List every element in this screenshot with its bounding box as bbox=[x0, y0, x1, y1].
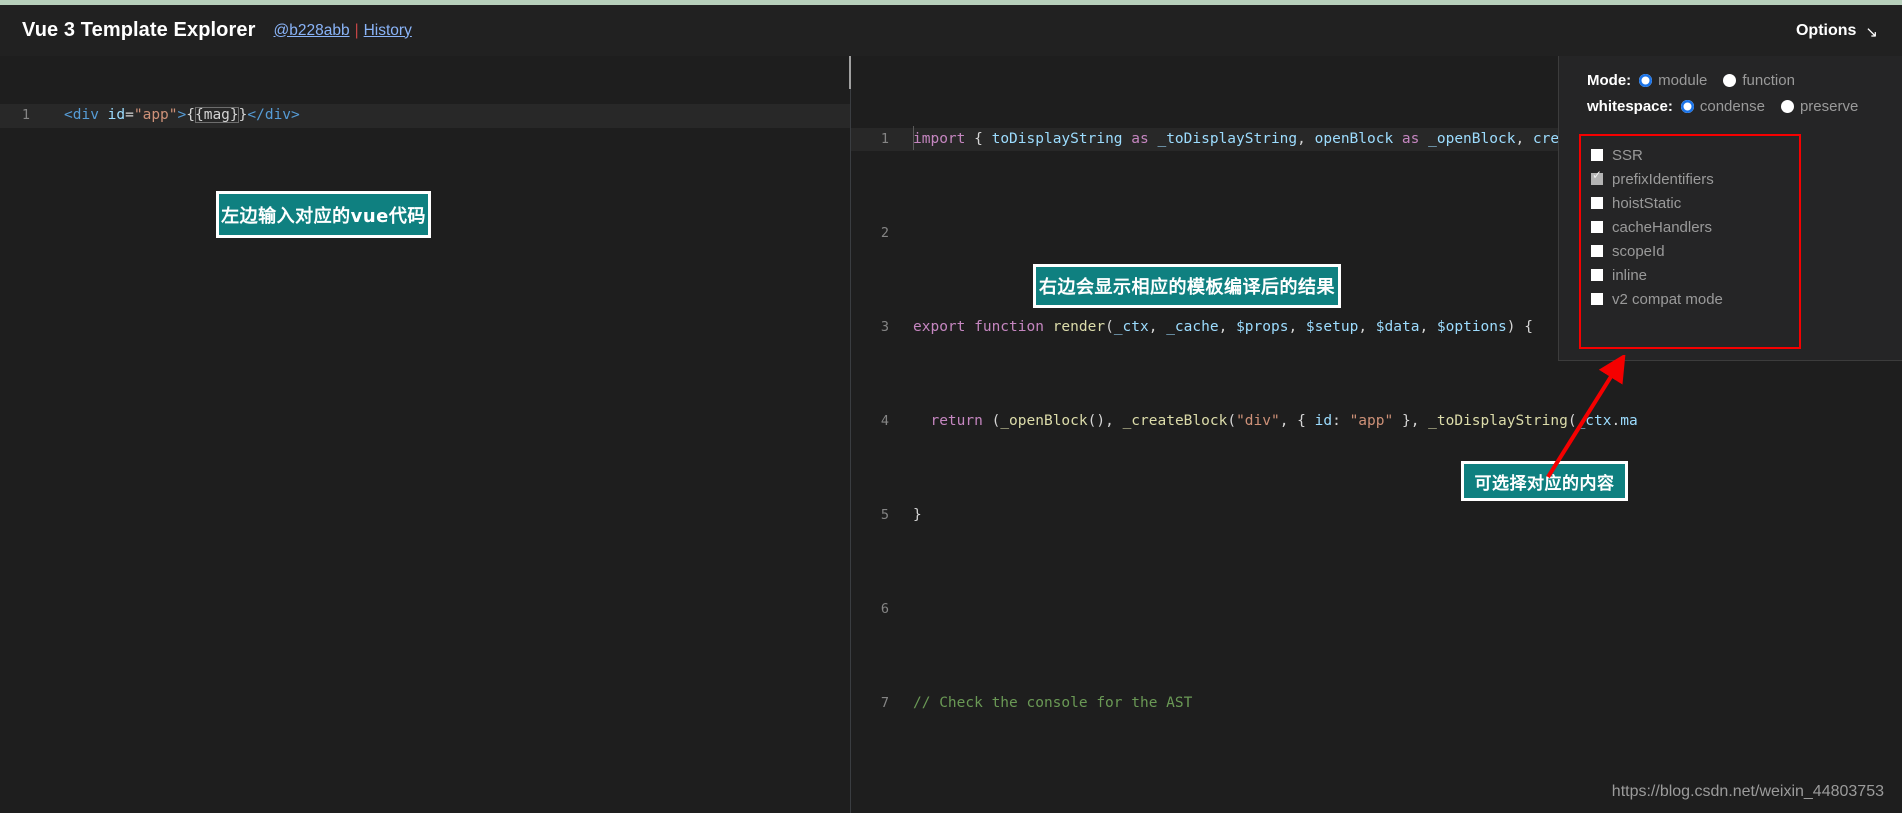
checkbox-row-prefixidentifiers[interactable]: prefixIdentifiers bbox=[1591, 167, 1799, 191]
whitespace-label: whitespace: bbox=[1587, 98, 1673, 115]
mode-option-row: Mode: module function bbox=[1587, 72, 1902, 89]
checkbox-prefixidentifiers-label: prefixIdentifiers bbox=[1612, 170, 1714, 188]
code-line[interactable]: 1 <div id="app">{{mag}}</div> bbox=[0, 104, 850, 128]
annotation-callout-right-output: 右边会显示相应的模板编译后的结果 bbox=[1033, 264, 1341, 308]
checkbox-row-v2compatmode[interactable]: v2 compat mode bbox=[1591, 287, 1799, 311]
whitespace-option-row: whitespace: condense preserve bbox=[1587, 98, 1902, 115]
commit-hash-link[interactable]: @b228abb bbox=[274, 22, 350, 40]
checkbox-cachehandlers-label: cacheHandlers bbox=[1612, 218, 1713, 236]
radio-whitespace-preserve[interactable] bbox=[1780, 100, 1794, 113]
code-line[interactable]: 5 } bbox=[851, 504, 1902, 528]
mode-label: Mode: bbox=[1587, 72, 1632, 89]
checkbox-scopeid-label: scopeId bbox=[1612, 242, 1665, 260]
radio-mode-module-label: module bbox=[1658, 72, 1708, 89]
checkbox-hoiststatic[interactable] bbox=[1591, 197, 1603, 209]
code-line-text: } bbox=[913, 506, 922, 523]
checkbox-row-inline[interactable]: inline bbox=[1591, 263, 1799, 287]
radio-whitespace-preserve-label: preserve bbox=[1799, 98, 1859, 115]
app-root: Vue 3 Template Explorer @b228abb | Histo… bbox=[0, 0, 1902, 813]
checkbox-ssr[interactable] bbox=[1591, 149, 1603, 161]
code-line-text: import { toDisplayString as _toDisplaySt… bbox=[913, 130, 1629, 147]
line-number: 7 bbox=[880, 694, 889, 711]
indent-guide bbox=[913, 126, 914, 150]
options-panel: Mode: module function whitespace: conden… bbox=[1558, 56, 1902, 361]
checkbox-row-ssr[interactable]: SSR bbox=[1591, 143, 1799, 167]
code-line-text: return (_openBlock(), _createBlock("div"… bbox=[930, 412, 1638, 429]
checkbox-inline[interactable] bbox=[1591, 269, 1603, 281]
template-source-pane[interactable]: 1 <div id="app">{{mag}}</div> bbox=[0, 56, 850, 813]
annotation-callout-left-input: 左边输入对应的vue代码 bbox=[216, 191, 431, 238]
radio-whitespace-condense[interactable] bbox=[1680, 100, 1694, 113]
line-number: 4 bbox=[880, 412, 889, 429]
line-number: 5 bbox=[880, 506, 889, 523]
compiler-flags-group: SSR prefixIdentifiers hoistStatic cacheH… bbox=[1579, 134, 1801, 349]
chevron-down-right-icon: ↘ bbox=[1865, 23, 1878, 41]
radio-mode-module[interactable] bbox=[1639, 74, 1653, 87]
checkbox-prefixidentifiers[interactable] bbox=[1591, 169, 1603, 185]
options-toggle-label: Options bbox=[1795, 21, 1857, 39]
line-number: 3 bbox=[880, 318, 889, 335]
line-number: 6 bbox=[880, 600, 889, 617]
watermark-url: https://blog.csdn.net/weixin_44803753 bbox=[1611, 783, 1884, 800]
code-line-text: // Check the console for the AST bbox=[913, 694, 1193, 711]
history-link[interactable]: History bbox=[364, 22, 412, 40]
code-line[interactable]: 4 return (_openBlock(), _createBlock("di… bbox=[851, 410, 1902, 434]
checkbox-hoiststatic-label: hoistStatic bbox=[1612, 194, 1682, 212]
code-line[interactable]: 7 // Check the console for the AST bbox=[851, 692, 1902, 716]
template-source-code[interactable]: 1 <div id="app">{{mag}}</div> bbox=[0, 56, 850, 175]
line-number: 1 bbox=[21, 107, 30, 123]
checkbox-scopeid[interactable] bbox=[1591, 245, 1603, 257]
checkbox-ssr-label: SSR bbox=[1612, 146, 1643, 164]
checkbox-v2compatmode[interactable] bbox=[1591, 293, 1603, 305]
radio-mode-function[interactable] bbox=[1723, 74, 1737, 87]
line-number: 1 bbox=[880, 130, 889, 147]
checkbox-row-hoiststatic[interactable]: hoistStatic bbox=[1591, 191, 1799, 215]
checkbox-v2compatmode-label: v2 compat mode bbox=[1612, 290, 1723, 308]
link-separator: | bbox=[354, 21, 359, 39]
code-line-text: export function render(_ctx, _cache, $pr… bbox=[913, 318, 1533, 335]
page-title: Vue 3 Template Explorer bbox=[22, 19, 256, 41]
radio-whitespace-condense-label: condense bbox=[1699, 98, 1765, 115]
radio-mode-function-label: function bbox=[1742, 72, 1795, 89]
checkbox-cachehandlers[interactable] bbox=[1591, 221, 1603, 233]
options-toggle[interactable]: Options ↘ bbox=[1795, 21, 1878, 41]
header-links: @b228abb | History bbox=[274, 22, 412, 40]
checkbox-row-scopeid[interactable]: scopeId bbox=[1591, 239, 1799, 263]
code-line-text: <div id="app">{{mag}}</div> bbox=[64, 107, 300, 123]
annotation-callout-options: 可选择对应的内容 bbox=[1461, 461, 1628, 501]
app-header: Vue 3 Template Explorer @b228abb | Histo… bbox=[0, 5, 1902, 56]
checkbox-inline-label: inline bbox=[1612, 266, 1648, 284]
checkbox-row-cachehandlers[interactable]: cacheHandlers bbox=[1591, 215, 1799, 239]
line-number: 2 bbox=[880, 224, 889, 241]
code-line[interactable]: 6 bbox=[851, 598, 1902, 622]
